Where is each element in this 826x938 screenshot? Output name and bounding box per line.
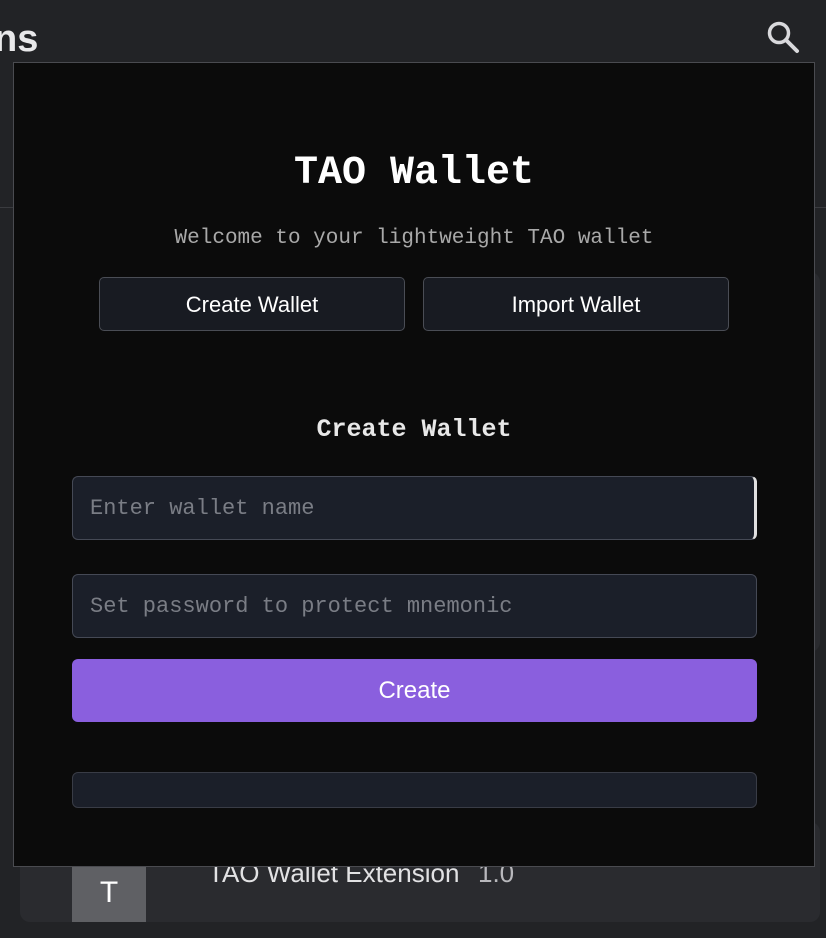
create-wallet-tab-button[interactable]: Create Wallet [99, 277, 405, 331]
import-wallet-tab-button[interactable]: Import Wallet [423, 277, 729, 331]
wallet-output-box [72, 772, 757, 808]
wallet-name-input[interactable] [72, 476, 757, 540]
password-input[interactable] [72, 574, 757, 638]
search-icon[interactable] [764, 18, 802, 56]
popup-title: TAO Wallet [293, 151, 535, 196]
popup-subtitle: Welcome to your lightweight TAO wallet [174, 227, 654, 250]
wallet-popup: TAO Wallet Welcome to your lightweight T… [13, 62, 815, 867]
background-page-title: ns [0, 18, 39, 60]
create-button[interactable]: Create [72, 659, 757, 722]
create-wallet-section-title: Create Wallet [316, 415, 512, 444]
